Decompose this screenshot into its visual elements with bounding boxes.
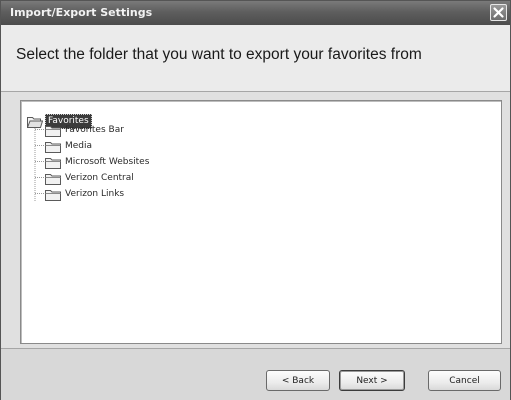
header-panel: Select the folder that you want to expor… xyxy=(1,25,510,92)
folder-icon xyxy=(45,125,61,137)
folder-icon xyxy=(45,173,61,185)
folder-tree[interactable]: Favorites Favorites Bar Media Microsoft … xyxy=(20,100,502,344)
body-panel: Favorites Favorites Bar Media Microsoft … xyxy=(1,92,510,348)
folder-icon xyxy=(45,157,61,169)
tree-item-label: Favorites Bar xyxy=(65,125,124,135)
import-export-dialog: Import/Export Settings Select the folder… xyxy=(0,0,511,400)
tree-item-label: Verizon Central xyxy=(65,173,134,183)
tree-item-favorites-bar[interactable]: Favorites Bar xyxy=(45,122,126,138)
cancel-button[interactable]: Cancel xyxy=(428,370,501,391)
tree-item-verizon-links[interactable]: Verizon Links xyxy=(45,186,126,202)
folder-icon xyxy=(45,141,61,153)
window-title: Import/Export Settings xyxy=(10,6,153,19)
tree-item-label: Media xyxy=(65,141,93,151)
button-bar: < Back Next > Cancel xyxy=(1,348,510,400)
tree-item-media[interactable]: Media xyxy=(45,138,94,154)
instruction-text: Select the folder that you want to expor… xyxy=(16,46,422,63)
title-bar[interactable]: Import/Export Settings xyxy=(1,1,510,25)
folder-open-icon xyxy=(27,116,43,128)
back-button[interactable]: < Back xyxy=(266,370,330,391)
tree-item-label: Verizon Links xyxy=(65,189,125,199)
tree-item-microsoft-websites[interactable]: Microsoft Websites xyxy=(45,154,151,170)
close-button[interactable] xyxy=(490,4,507,21)
close-icon xyxy=(493,7,504,18)
tree-item-label: Microsoft Websites xyxy=(65,157,150,167)
tree-item-verizon-central[interactable]: Verizon Central xyxy=(45,170,136,186)
folder-icon xyxy=(45,189,61,201)
next-button[interactable]: Next > xyxy=(339,370,405,391)
